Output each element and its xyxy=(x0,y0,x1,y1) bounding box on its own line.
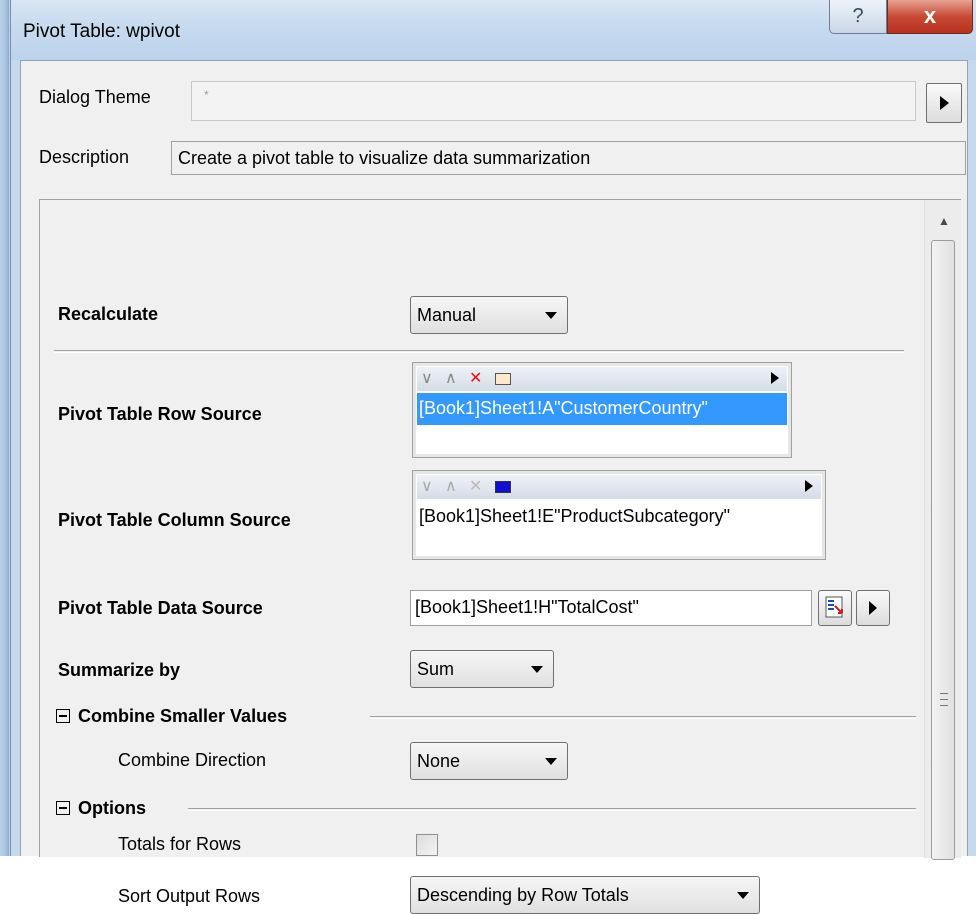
combine-direction-dropdown[interactable]: None xyxy=(410,742,568,780)
title-bar[interactable]: Pivot Table: wpivot ? x xyxy=(11,0,976,60)
chevron-down-icon xyxy=(531,666,543,673)
sort-output-rows-dropdown[interactable]: Descending by Row Totals xyxy=(410,876,760,914)
combine-section-header[interactable]: Combine Smaller Values xyxy=(56,706,287,727)
scroll-thumb[interactable] xyxy=(931,240,955,860)
move-up-icon[interactable]: ∧ xyxy=(445,369,457,389)
data-source-menu-button[interactable] xyxy=(856,590,890,626)
row-source-listbox[interactable]: ∨ ∧ ✕ [Book1]Sheet1!A"CustomerCountry" xyxy=(412,362,792,458)
divider xyxy=(54,350,904,353)
summarize-by-value: Sum xyxy=(417,659,455,679)
dialog-theme-label: Dialog Theme xyxy=(39,87,151,107)
dialog-theme-value: * xyxy=(204,88,209,102)
section-divider xyxy=(370,716,916,719)
row-source-label: Pivot Table Row Source xyxy=(58,404,262,424)
description-field: Create a pivot table to visualize data s… xyxy=(171,141,966,175)
dialog-window: Pivot Table: wpivot ? x Dialog Theme * D… xyxy=(10,0,976,914)
totals-for-rows-label: Totals for Rows xyxy=(118,834,242,854)
grip-icon xyxy=(940,693,948,711)
move-down-icon[interactable]: ∨ xyxy=(421,369,433,389)
sort-output-rows-label: Sort Output Rows xyxy=(118,886,261,906)
options-section-label: Options xyxy=(78,798,146,818)
menu-arrow-icon[interactable] xyxy=(771,372,779,384)
arrow-right-icon xyxy=(940,96,949,110)
collapse-icon[interactable] xyxy=(56,709,70,723)
help-button[interactable]: ? xyxy=(829,0,887,34)
background-window-edge xyxy=(0,0,10,856)
combine-direction-value: None xyxy=(417,751,461,771)
delete-icon[interactable]: ✕ xyxy=(469,369,482,389)
options-section-header[interactable]: Options xyxy=(56,798,146,819)
select-range-button[interactable] xyxy=(818,590,852,626)
column-source-listbox[interactable]: ∨ ∧ ✕ [Book1]Sheet1!E"ProductSubcategory… xyxy=(412,470,826,560)
row-source-item[interactable]: [Book1]Sheet1!A"CustomerCountry" xyxy=(417,393,787,425)
data-source-input[interactable]: [Book1]Sheet1!H"TotalCost" xyxy=(410,590,812,626)
combine-direction-label: Combine Direction xyxy=(118,750,267,770)
delete-icon[interactable]: ✕ xyxy=(469,477,482,497)
dialog-theme-field[interactable]: * xyxy=(191,81,916,121)
collapse-icon[interactable] xyxy=(56,801,70,815)
recalculate-dropdown[interactable]: Manual xyxy=(410,296,568,334)
move-up-icon[interactable]: ∧ xyxy=(445,477,457,497)
select-range-icon[interactable] xyxy=(495,481,511,493)
summarize-by-label: Summarize by xyxy=(58,660,181,680)
theme-menu-button[interactable] xyxy=(926,83,962,123)
column-source-toolbar: ∨ ∧ ✕ xyxy=(417,475,821,499)
totals-for-rows-checkbox[interactable] xyxy=(416,834,438,856)
menu-arrow-icon[interactable] xyxy=(805,480,813,492)
sort-output-rows-value: Descending by Row Totals xyxy=(417,885,629,905)
chevron-down-icon xyxy=(545,758,557,765)
chevron-down-icon xyxy=(545,312,557,319)
dialog-client-area: Dialog Theme * Description Create a pivo… xyxy=(20,60,968,914)
window-title: Pivot Table: wpivot xyxy=(23,21,181,42)
row-source-toolbar: ∨ ∧ ✕ xyxy=(417,367,787,391)
column-source-label: Pivot Table Column Source xyxy=(58,510,291,530)
data-source-label: Pivot Table Data Source xyxy=(58,598,263,618)
vertical-scrollbar[interactable]: ▲ xyxy=(924,200,961,860)
settings-panel: Recalculate Manual Pivot Table Row Sourc… xyxy=(39,199,961,914)
section-divider xyxy=(188,808,916,811)
combine-section-label: Combine Smaller Values xyxy=(78,706,288,726)
select-range-icon xyxy=(825,596,843,618)
arrow-right-icon xyxy=(869,601,877,615)
scroll-up-icon[interactable]: ▲ xyxy=(938,214,950,228)
recalculate-value: Manual xyxy=(417,305,477,325)
recalculate-label: Recalculate xyxy=(58,304,159,324)
chevron-down-icon xyxy=(737,892,749,899)
description-label: Description xyxy=(39,147,130,167)
summarize-by-dropdown[interactable]: Sum xyxy=(410,650,554,688)
move-down-icon[interactable]: ∨ xyxy=(421,477,433,497)
close-button[interactable]: x xyxy=(887,0,973,34)
column-source-item[interactable]: [Book1]Sheet1!E"ProductSubcategory" xyxy=(417,501,821,533)
select-range-icon[interactable] xyxy=(495,373,511,385)
